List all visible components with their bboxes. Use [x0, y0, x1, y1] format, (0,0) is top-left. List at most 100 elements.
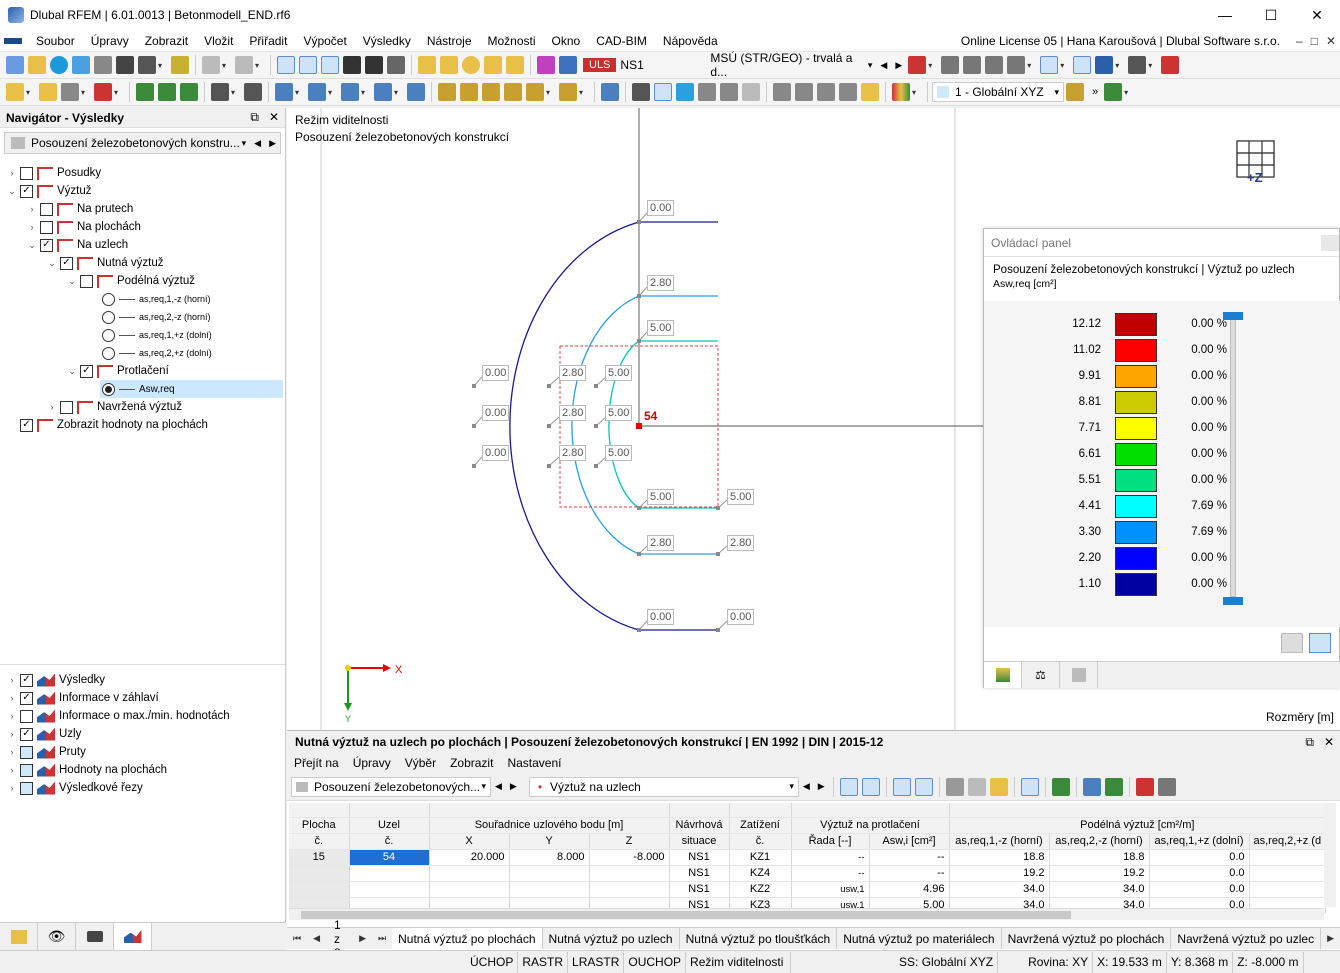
table-pin-icon[interactable]: ⧉	[1305, 735, 1314, 750]
checkbox[interactable]	[60, 400, 73, 414]
status-ouchop[interactable]: OUCHOP	[624, 951, 687, 973]
table-rows-icon[interactable]	[967, 777, 986, 796]
tag-icon[interactable]	[484, 56, 502, 74]
filter-tab[interactable]	[1060, 662, 1098, 688]
tab-nutna-materialech[interactable]: Nutná výztuž po materiálech	[837, 928, 1002, 949]
member-icon[interactable]	[94, 83, 112, 101]
checkbox[interactable]: ✓	[80, 364, 93, 378]
cell-plocha[interactable]	[289, 865, 350, 882]
table-menu-nastaveni[interactable]: Nastavení	[500, 756, 568, 770]
table-highlight-icon[interactable]	[989, 777, 1008, 796]
tree-vysledkove-rezy[interactable]: › Výsledkové řezy	[6, 779, 143, 797]
cell-uzel[interactable]	[349, 881, 430, 898]
mdi-minimize-button[interactable]: –	[1296, 34, 1303, 48]
table-menu-upravy[interactable]: Úpravy	[346, 756, 398, 770]
solid-icon[interactable]	[698, 83, 716, 101]
table-cursor-icon[interactable]	[1135, 777, 1154, 796]
arrange-b-icon[interactable]	[795, 83, 813, 101]
table-filter-icon[interactable]	[1082, 777, 1101, 796]
status-rastr[interactable]: RASTR	[518, 951, 569, 973]
load-combo-icon[interactable]	[559, 56, 577, 74]
select-icon[interactable]	[6, 83, 24, 101]
checkbox[interactable]	[40, 202, 53, 216]
combo2-prev-icon[interactable]: ◀	[803, 781, 810, 792]
report-icon[interactable]	[171, 56, 189, 74]
status-visibility[interactable]: Režim viditelnosti	[686, 951, 792, 973]
mdi-close-button[interactable]: ✕	[1326, 34, 1336, 48]
tree-podelna-vyztuz[interactable]: ⌄ Podélná výztuž	[66, 272, 195, 290]
navigator-pin-icon[interactable]: ⧉	[250, 110, 259, 125]
support-icon[interactable]	[985, 56, 1004, 74]
table-menu-zobrazit[interactable]: Zobrazit	[443, 756, 500, 770]
radio[interactable]	[102, 346, 115, 360]
tree-as1[interactable]: as,req,1,-z (horní)	[100, 290, 211, 308]
control-panel-close-icon[interactable]	[1321, 235, 1339, 251]
next-arrow-icon[interactable]: ▶	[895, 60, 902, 71]
grid-d-icon[interactable]	[526, 83, 544, 101]
node-icon[interactable]	[506, 56, 524, 74]
cloud-icon[interactable]	[50, 56, 68, 74]
diagram-icon[interactable]	[654, 83, 672, 101]
design-situation-combo[interactable]: MSÚ (STR/GEO) - trvalá a d... ▾	[706, 51, 876, 79]
cell-a1[interactable]: 19.2	[949, 865, 1050, 882]
col-a3[interactable]: as,req,1,+z (dolní)	[1149, 833, 1250, 850]
coordinate-system-combo[interactable]: 1 - Globální XYZ ▾	[932, 82, 1064, 102]
cell-z[interactable]	[589, 881, 670, 898]
checkbox[interactable]: ✓	[20, 727, 33, 741]
tree-zobrazit-hodnoty[interactable]: ✓ Zobrazit hodnoty na plochách	[6, 416, 208, 434]
tree-info-maxmin[interactable]: › Informace o max./min. hodnotách	[6, 707, 230, 725]
menu-cad-bim[interactable]: CAD-BIM	[588, 34, 655, 48]
col-aswi[interactable]: Asw,i [cm²]	[869, 833, 950, 850]
status-uchop[interactable]: ÚCHOP	[466, 951, 519, 973]
cell-a1[interactable]: 18.8	[949, 849, 1050, 866]
cell-y[interactable]	[509, 865, 590, 882]
show-values-icon[interactable]	[1073, 56, 1092, 74]
combo1-prev-icon[interactable]: ◀	[495, 781, 502, 792]
tab-nutna-uzlech[interactable]: Nutná výztuž po uzlech	[543, 928, 680, 949]
new-file-icon[interactable]	[6, 56, 24, 74]
combo-drop-icon[interactable]: ▾	[242, 138, 247, 149]
col-x[interactable]: X	[429, 833, 510, 850]
checkbox[interactable]	[20, 709, 33, 723]
cell-kz[interactable]: KZ4	[729, 865, 792, 882]
col-plocha-c[interactable]: č.	[289, 833, 350, 850]
menu-moznosti[interactable]: Možnosti	[480, 34, 544, 48]
col-vyztuz-prot[interactable]: Výztuž na protlačení	[791, 817, 950, 834]
combo2-next-icon[interactable]: ▶	[818, 781, 825, 792]
table-horizontal-scrollbar[interactable]	[289, 908, 1324, 920]
table-module-combo[interactable]: Posouzení železobetonových... ▾	[291, 776, 491, 797]
cell-kz[interactable]: KZ2	[729, 881, 792, 898]
col-a1[interactable]: as,req,1,-z (horní)	[949, 833, 1050, 850]
checkbox[interactable]: ✓	[20, 691, 33, 705]
menu-vysledky[interactable]: Výsledky	[355, 34, 419, 48]
view-box-icon[interactable]	[341, 83, 359, 101]
tree-hodnoty-plochach[interactable]: › Hodnoty na plochách	[6, 761, 167, 779]
workplane-icon[interactable]	[1104, 83, 1123, 101]
table-menu-prejit[interactable]: Přejít na	[287, 756, 346, 770]
show-results-icon[interactable]	[1040, 56, 1059, 74]
tree-posudky[interactable]: › Posudky	[6, 164, 101, 182]
surface-results-icon[interactable]	[676, 83, 694, 101]
col-navrhova[interactable]: Návrhová	[669, 817, 730, 834]
col-rada[interactable]: Řada [--]	[791, 833, 870, 850]
xx-icon[interactable]	[244, 83, 262, 101]
table-columns-icon[interactable]	[945, 777, 964, 796]
tree-pruty[interactable]: › Pruty	[6, 743, 86, 761]
cell-uzel[interactable]: 54	[349, 849, 430, 866]
color-scale-tab[interactable]	[984, 662, 1022, 688]
table-vertical-scrollbar[interactable]	[1324, 803, 1336, 907]
col-situace[interactable]: situace	[669, 833, 730, 850]
table-values-icon[interactable]	[914, 777, 933, 796]
menu-napoveda[interactable]: Nápověda	[655, 34, 726, 48]
table-export-icon[interactable]	[1051, 777, 1070, 796]
dimension-icon[interactable]	[211, 83, 229, 101]
tree-protlaceni[interactable]: ⌄ ✓ Protlačení	[66, 362, 169, 380]
cell-kz[interactable]: KZ1	[729, 849, 792, 866]
person-icon[interactable]	[136, 83, 154, 101]
deform-icon[interactable]	[941, 56, 960, 74]
col-zatizeni-c[interactable]: č.	[729, 833, 792, 850]
cell-ns[interactable]: NS1	[669, 849, 730, 866]
factors-tab[interactable]: ⚖	[1022, 662, 1060, 688]
tree-info-zahlavi[interactable]: › ✓ Informace v záhlaví	[6, 689, 159, 707]
checkbox[interactable]: ✓	[20, 184, 33, 198]
